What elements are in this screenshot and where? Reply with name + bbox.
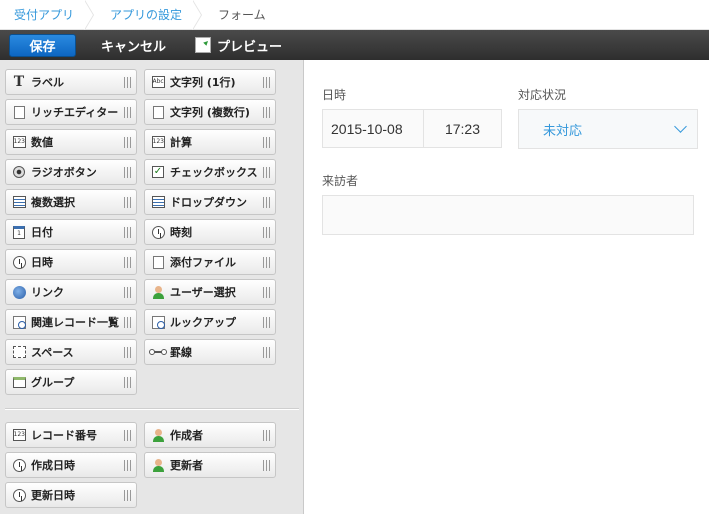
calendar-icon: 1 [12,225,26,239]
drag-handle-icon [124,167,131,178]
palette-field-space[interactable]: スペース [5,339,137,365]
datetime-field-label: 日時 [322,88,347,102]
palette-field-text-single[interactable]: Abc 文字列 (1行) [144,69,276,95]
drag-handle-icon [124,377,131,388]
user-icon [151,428,165,442]
palette-field-group[interactable]: グループ [5,369,137,395]
palette-field-updated-datetime[interactable]: 更新日時 [5,482,137,508]
chevron-down-icon [674,120,687,133]
drag-handle-icon [263,137,270,148]
lookup-icon [151,315,165,329]
group-icon [12,375,26,389]
palette-field-record-number[interactable]: 123 レコード番号 [5,422,137,448]
drag-handle-icon [263,77,270,88]
related-records-icon [12,315,26,329]
palette-field-lookup[interactable]: ルックアップ [144,309,276,335]
palette-field-checkbox[interactable]: ✓ チェックボックス [144,159,276,185]
palette-field-creator[interactable]: 作成者 [144,422,276,448]
palette-divider [5,408,299,410]
rich-editor-icon [12,105,26,119]
dropdown-icon [151,195,165,209]
palette-field-link[interactable]: リンク [5,279,137,305]
checkbox-icon: ✓ [152,166,164,178]
preview-button[interactable]: プレビュー [195,36,282,55]
drag-handle-icon [263,317,270,328]
palette-field-calc[interactable]: 123 計算 [144,129,276,155]
date-input[interactable]: 2015-10-08 [322,109,424,148]
toolbar: 保存 キャンセル プレビュー [0,30,709,60]
form-canvas: 日時 2015-10-08 17:23 対応状況 未対応 来訪者 [305,60,709,514]
palette-field-rule[interactable]: 罫線 [144,339,276,365]
drag-handle-icon [263,257,270,268]
drag-handle-icon [263,287,270,298]
drag-handle-icon [124,77,131,88]
palette-field-related-records[interactable]: 関連レコード一覧 [5,309,137,335]
palette-field-datetime[interactable]: 日時 [5,249,137,275]
drag-handle-icon [124,460,131,471]
drag-handle-icon [124,287,131,298]
drag-handle-icon [263,430,270,441]
label-icon: T [13,74,25,90]
drag-handle-icon [263,347,270,358]
drag-handle-icon [124,430,131,441]
drag-handle-icon [124,257,131,268]
drag-handle-icon [124,197,131,208]
drag-handle-icon [263,107,270,118]
drag-handle-icon [124,347,131,358]
palette-field-time[interactable]: 時刻 [144,219,276,245]
drag-handle-icon [263,460,270,471]
status-field-label: 対応状況 [518,88,567,102]
palette-field-date[interactable]: 1 日付 [5,219,137,245]
save-button[interactable]: 保存 [9,33,76,57]
preview-label: プレビュー [217,39,283,55]
palette-field-number[interactable]: 123 数値 [5,129,137,155]
multi-select-icon [12,195,26,209]
space-icon [12,345,26,359]
datetime-icon [12,255,26,269]
clock-icon [151,225,165,239]
palette-field-multi-select[interactable]: 複数選択 [5,189,137,215]
user-icon [151,285,165,299]
visitor-input[interactable] [322,195,694,235]
drag-handle-icon [124,490,131,501]
time-input[interactable]: 17:23 [423,109,502,148]
status-dropdown[interactable]: 未対応 [518,109,698,149]
cancel-button[interactable]: キャンセル [101,36,166,55]
drag-handle-icon [263,197,270,208]
radio-icon [12,165,26,179]
breadcrumb-app[interactable]: 受付アプリ [0,0,96,30]
clock-icon [12,488,26,502]
palette-field-text-multi[interactable]: 文字列 (複数行) [144,99,276,125]
breadcrumb-app-settings[interactable]: アプリの設定 [96,0,204,30]
link-icon [12,285,26,299]
preview-icon [195,37,212,53]
clock-icon [12,458,26,472]
palette-field-dropdown[interactable]: ドロップダウン [144,189,276,215]
visitor-field-label: 来訪者 [322,174,359,188]
text-multi-icon [151,105,165,119]
user-icon [151,458,165,472]
rule-icon [149,345,167,359]
palette-field-rich-editor[interactable]: リッチエディター [5,99,137,125]
palette-field-modifier[interactable]: 更新者 [144,452,276,478]
palette-field-radio[interactable]: ラジオボタン [5,159,137,185]
drag-handle-icon [124,227,131,238]
field-palette: T ラベル Abc 文字列 (1行) リッチエディター 文字列 (複数行) 12… [0,60,304,514]
breadcrumb-form: フォーム [218,8,266,22]
attachment-icon [151,255,165,269]
number-icon: 123 [12,135,26,149]
drag-handle-icon [263,227,270,238]
calc-icon: 123 [151,135,165,149]
palette-field-created-datetime[interactable]: 作成日時 [5,452,137,478]
palette-field-label[interactable]: T ラベル [5,69,137,95]
record-number-icon: 123 [12,428,26,442]
drag-handle-icon [124,107,131,118]
text-single-icon: Abc [151,75,165,89]
drag-handle-icon [124,317,131,328]
palette-field-attachment[interactable]: 添付ファイル [144,249,276,275]
drag-handle-icon [124,137,131,148]
drag-handle-icon [263,167,270,178]
palette-field-user-select[interactable]: ユーザー選択 [144,279,276,305]
breadcrumb: 受付アプリ アプリの設定 フォーム [0,0,709,30]
